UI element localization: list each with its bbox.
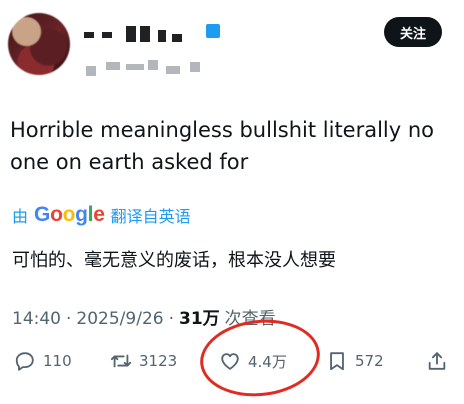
tweet-time[interactable]: 14:40 bbox=[12, 309, 61, 329]
view-label: 次查看 bbox=[224, 309, 276, 329]
google-logo: Google bbox=[34, 203, 105, 226]
share-button[interactable] bbox=[426, 344, 448, 378]
display-name-redacted bbox=[84, 26, 204, 42]
meta-separator: · bbox=[168, 309, 174, 329]
follow-button[interactable]: 关注 bbox=[384, 17, 442, 47]
translate-prefix: 由 bbox=[12, 207, 29, 226]
reply-count: 110 bbox=[43, 352, 72, 370]
translate-link[interactable]: 由 Google 翻译自英语 bbox=[12, 201, 191, 229]
share-icon bbox=[428, 352, 446, 370]
badge-icon bbox=[206, 24, 220, 38]
tweet-text: Horrible meaningless bullshit literally … bbox=[10, 118, 435, 174]
tweet-date[interactable]: 2025/9/26 bbox=[76, 309, 163, 329]
tweet-meta: 14:40 · 2025/9/26 · 31万 次查看 bbox=[12, 304, 276, 329]
avatar[interactable] bbox=[8, 13, 70, 75]
action-bar: 110 3123 4.4万 572 bbox=[0, 344, 464, 378]
retweet-icon bbox=[110, 354, 132, 368]
handle-redacted bbox=[86, 58, 216, 76]
translated-text: 可怕的、毫无意义的废话，根本没人想要 bbox=[12, 250, 336, 271]
translate-suffix: 翻译自英语 bbox=[110, 207, 191, 226]
reply-button[interactable]: 110 bbox=[14, 344, 72, 378]
heart-icon bbox=[221, 353, 239, 370]
retweet-count: 3123 bbox=[139, 352, 178, 370]
reply-icon bbox=[15, 352, 34, 371]
bookmark-icon bbox=[330, 352, 344, 371]
retweet-button[interactable]: 3123 bbox=[110, 344, 177, 378]
view-count: 31万 bbox=[178, 309, 220, 329]
like-button[interactable]: 4.4万 bbox=[219, 344, 287, 378]
meta-separator: · bbox=[66, 309, 72, 329]
bookmark-button[interactable]: 572 bbox=[326, 344, 384, 378]
bookmark-count: 572 bbox=[355, 352, 384, 370]
like-count: 4.4万 bbox=[248, 352, 287, 371]
